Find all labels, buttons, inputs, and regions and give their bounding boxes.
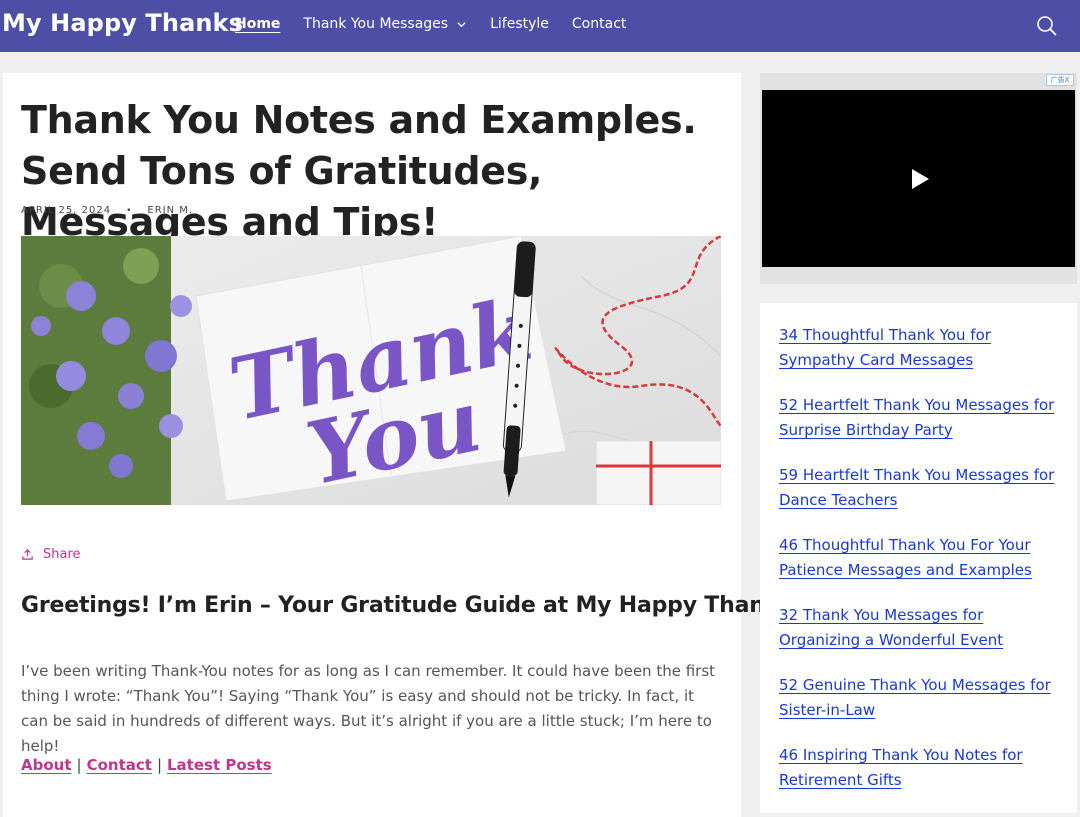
- list-item: 52 Genuine Thank You Messages for Sister…: [779, 673, 1069, 723]
- nav-label-contact: Contact: [571, 16, 627, 32]
- site-header: My Happy Thanks Home Thank You Messages …: [0, 0, 1080, 52]
- share-icon: [22, 549, 33, 560]
- nav-item-home[interactable]: Home: [235, 16, 280, 32]
- article-date: APRIL 25, 2024: [21, 205, 112, 216]
- nav-item-lifestyle[interactable]: Lifestyle: [490, 16, 549, 32]
- post-link[interactable]: 32 Thank You Messages for Organizing a W…: [779, 606, 1003, 649]
- play-icon[interactable]: [910, 168, 930, 190]
- list-item: 59 Heartfelt Thank You Messages for Danc…: [779, 463, 1069, 513]
- article-card: Thank You Notes and Examples. Send Tons …: [3, 73, 802, 817]
- link-about[interactable]: About: [21, 756, 72, 774]
- post-link[interactable]: 59 Heartfelt Thank You Messages for Danc…: [779, 466, 1054, 509]
- post-link[interactable]: 46 Thoughtful Thank You For Your Patienc…: [779, 536, 1032, 579]
- nav-label-lifestyle: Lifestyle: [490, 16, 549, 32]
- nav-item-contact[interactable]: Contact: [572, 16, 626, 32]
- ad-close-icon[interactable]: X: [1065, 76, 1070, 84]
- link-separator: |: [76, 756, 82, 774]
- site-logo[interactable]: My Happy Thanks: [2, 9, 243, 37]
- nav-label-home: Home: [235, 16, 281, 32]
- ad-label: 广告: [1050, 76, 1065, 84]
- intro-paragraph: I’ve been writing Thank-You notes for as…: [21, 662, 716, 755]
- article-author[interactable]: ERIN M.: [147, 205, 193, 216]
- share-button[interactable]: Share: [21, 547, 81, 562]
- article-meta: APRIL 25, 2024 • ERIN M.: [21, 205, 193, 216]
- link-separator: |: [156, 756, 162, 774]
- list-item: 46 Thoughtful Thank You For Your Patienc…: [779, 533, 1069, 583]
- main-nav: Home Thank You Messages Lifestyle Contac…: [235, 16, 626, 32]
- ad-container: 广告X: [760, 73, 1077, 284]
- list-item: 52 Heartfelt Thank You Messages for Surp…: [779, 393, 1069, 443]
- article-title: Thank You Notes and Examples. Send Tons …: [21, 98, 697, 244]
- nav-item-thank-you-messages[interactable]: Thank You Messages: [303, 16, 467, 32]
- nav-label-thank-you-messages: Thank You Messages: [303, 16, 449, 32]
- post-link[interactable]: 46 Inspiring Thank You Notes for Retirem…: [779, 746, 1023, 789]
- post-link[interactable]: 34 Thoughtful Thank You for Sympathy Car…: [779, 326, 991, 369]
- list-item: 32 Thank You Messages for Organizing a W…: [779, 603, 1069, 653]
- footer-links: About | Contact | Latest Posts: [21, 756, 272, 774]
- thank-you-card-illustration: Thank You: [21, 236, 721, 505]
- list-item: 46 Inspiring Thank You Notes for Retirem…: [779, 743, 1069, 793]
- post-link[interactable]: 52 Heartfelt Thank You Messages for Surp…: [779, 396, 1054, 439]
- link-contact[interactable]: Contact: [87, 756, 152, 774]
- share-label: Share: [43, 547, 81, 562]
- list-item: 34 Thoughtful Thank You for Sympathy Car…: [779, 323, 1069, 373]
- ad-video-player[interactable]: [762, 90, 1075, 267]
- recent-posts-list: 34 Thoughtful Thank You for Sympathy Car…: [779, 323, 1069, 813]
- hero-image: Thank You: [21, 236, 721, 505]
- chevron-down-icon: [457, 21, 466, 27]
- section-heading: Greetings! I’m Erin – Your Gratitude Gui…: [21, 593, 802, 618]
- recent-posts-widget: 34 Thoughtful Thank You for Sympathy Car…: [760, 303, 1077, 813]
- meta-separator: •: [126, 205, 133, 216]
- search-icon[interactable]: [1036, 15, 1058, 37]
- post-link[interactable]: 52 Genuine Thank You Messages for Sister…: [779, 676, 1051, 719]
- ad-choices-badge[interactable]: 广告X: [1046, 74, 1074, 86]
- link-latest-posts[interactable]: Latest Posts: [167, 756, 272, 774]
